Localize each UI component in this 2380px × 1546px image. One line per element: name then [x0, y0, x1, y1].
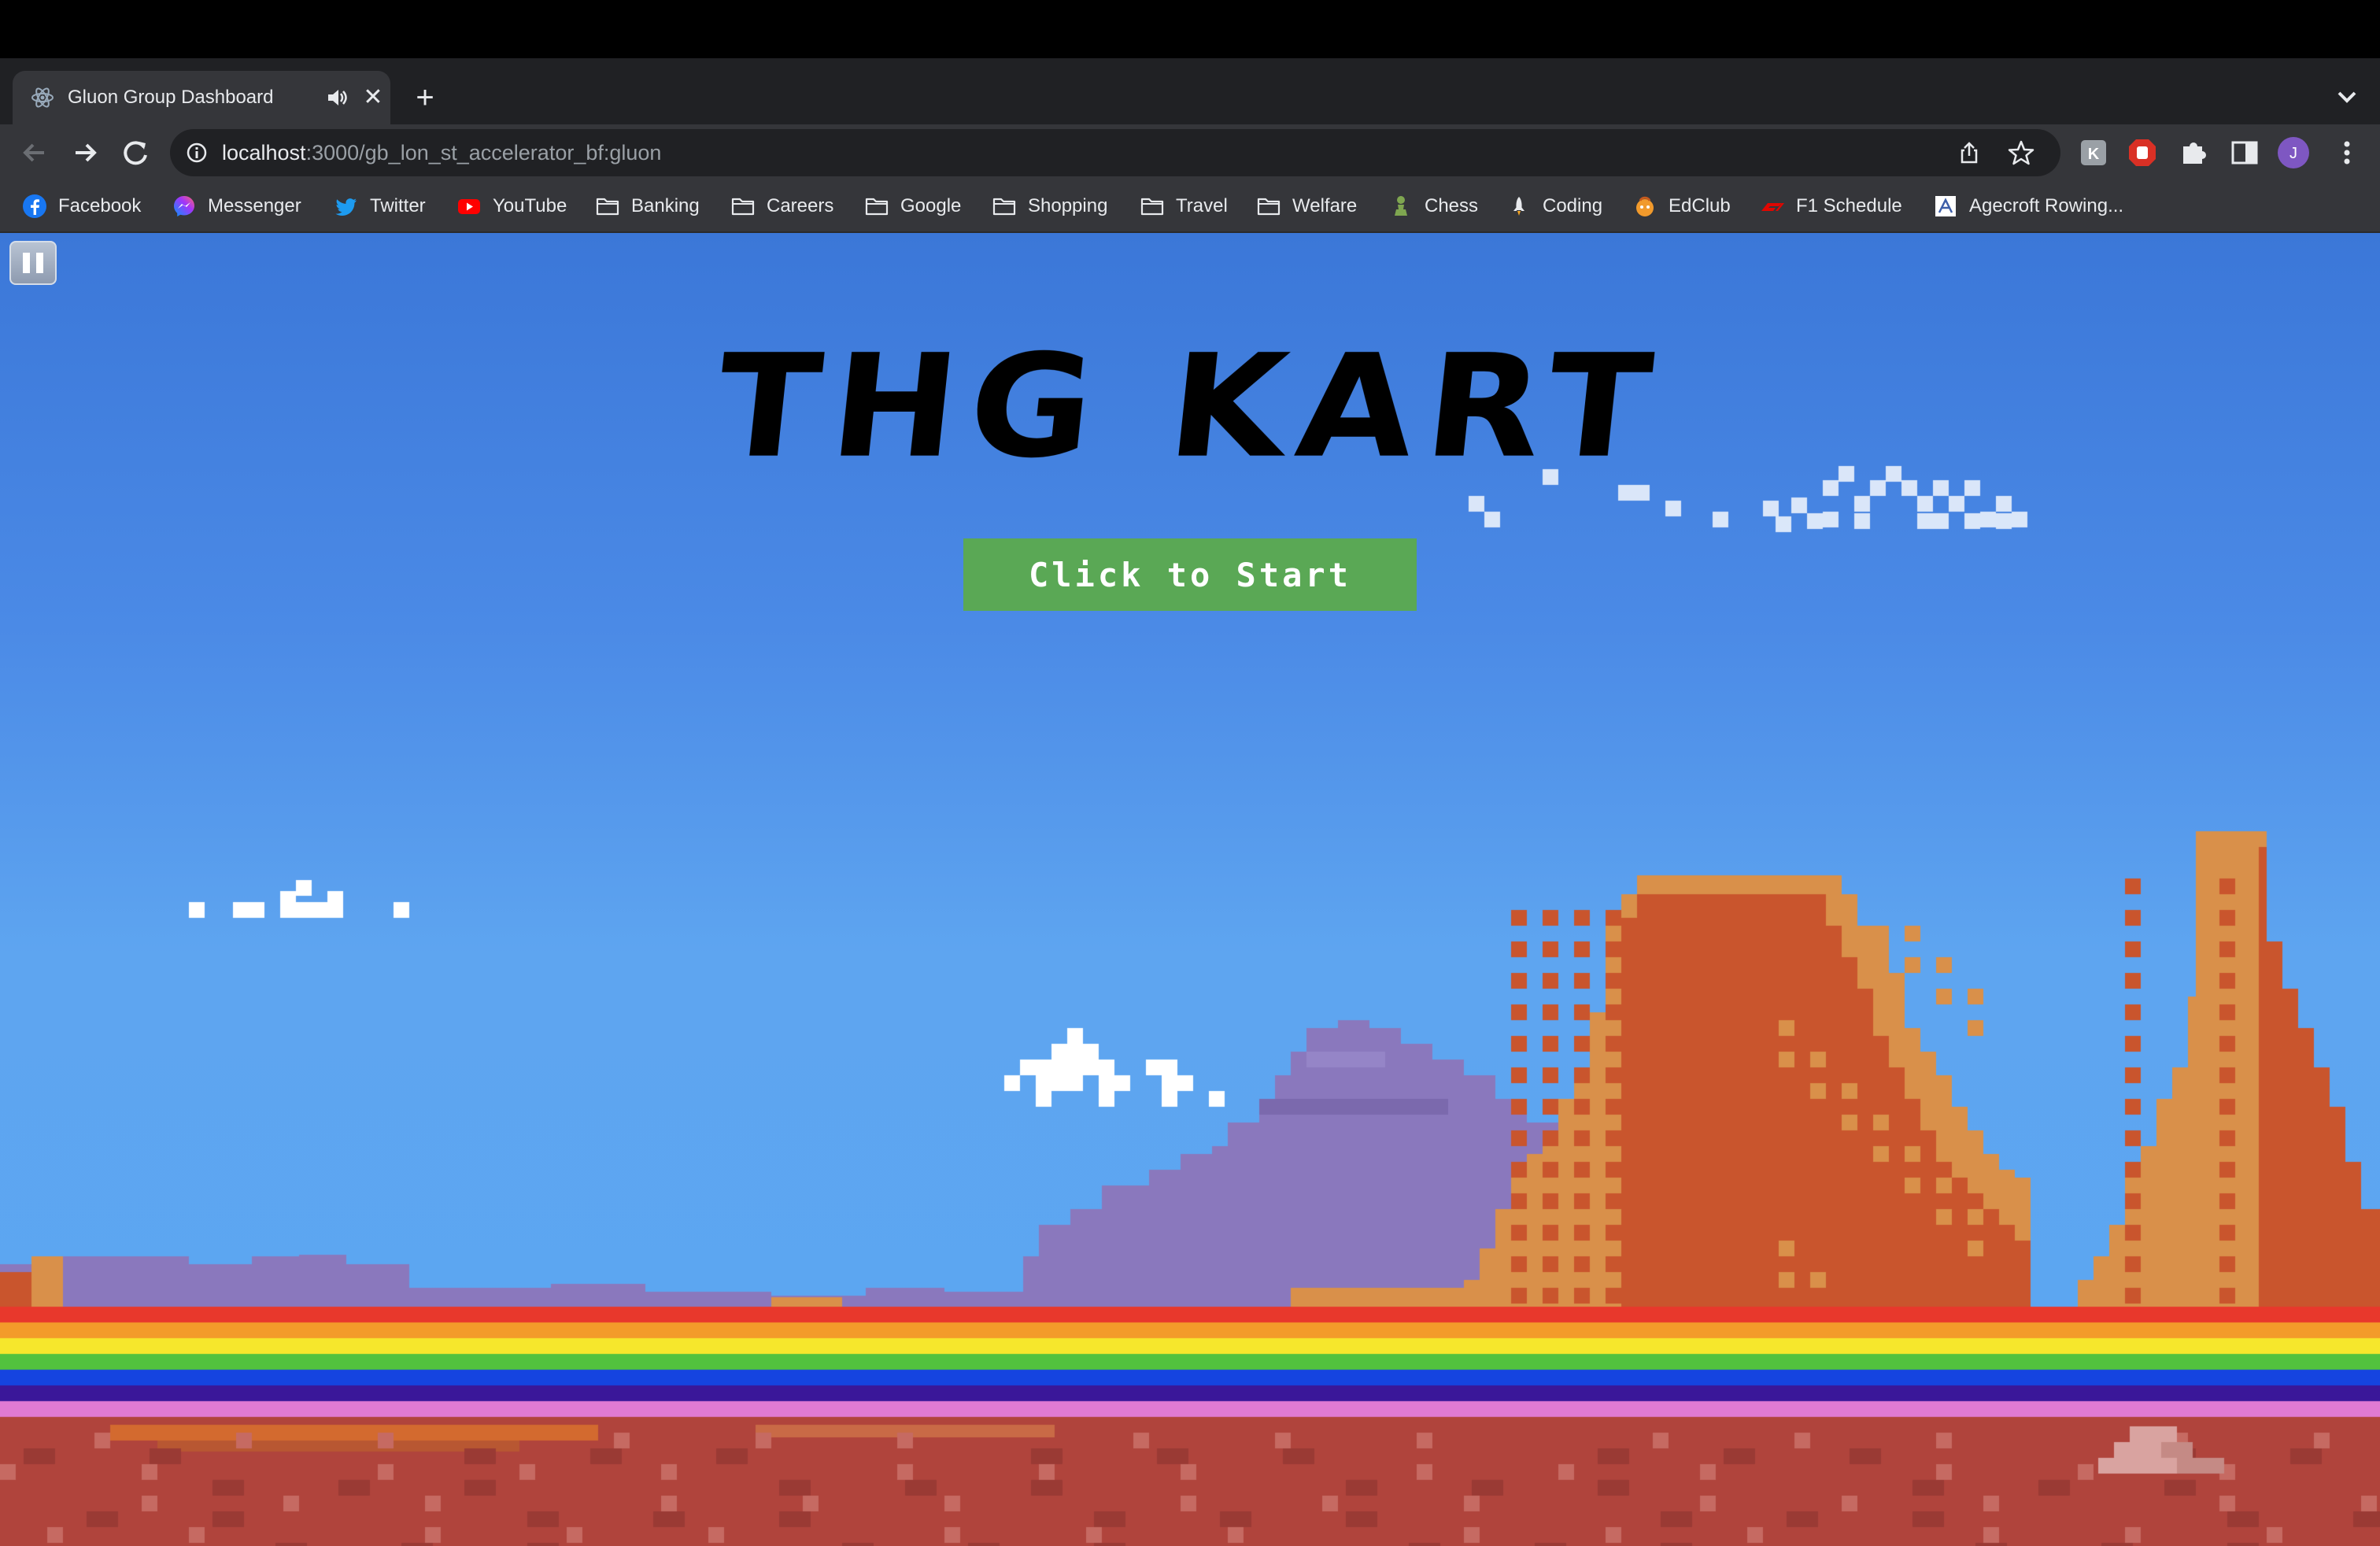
edclub-icon [1636, 196, 1654, 216]
arrow-left-icon[interactable] [16, 134, 54, 172]
bookmark-label: Welfare [1292, 195, 1358, 216]
pause-icon[interactable] [9, 241, 57, 285]
react-atom-icon [31, 87, 54, 108]
bookmark-label: YouTube [493, 195, 567, 216]
browser-toolbar: localhost:3000/gb_lon_st_accelerator_bf:… [0, 124, 2380, 181]
start-button[interactable]: Click to Start [963, 538, 1417, 611]
tab-gluon-group-dashboard[interactable]: Gluon Group Dashboard ✕ [13, 71, 390, 124]
bookmark-label: Twitter [370, 195, 426, 216]
tab-title: Gluon Group Dashboard [68, 87, 274, 108]
bookmark-folder-careers[interactable]: Careers [730, 181, 833, 231]
bookmark-folder-shopping[interactable]: Shopping [992, 181, 1107, 231]
bookmark-label: F1 Schedule [1796, 195, 1902, 216]
chess-pawn-icon [1395, 196, 1407, 216]
star-icon[interactable] [2007, 139, 2035, 167]
bookmark-label: Banking [631, 195, 700, 216]
facebook-icon [23, 194, 46, 218]
folder-icon [1257, 198, 1281, 216]
chevron-down-icon[interactable] [2328, 79, 2366, 117]
url-host: localhost [222, 141, 306, 165]
pause-bar [36, 253, 43, 273]
bookmark-coding[interactable]: Coding [1506, 181, 1602, 231]
share-icon[interactable] [1957, 140, 1982, 165]
bookmark-edclub[interactable]: EdClub [1632, 181, 1731, 231]
youtube-icon [458, 199, 480, 214]
bookmark-label: Coding [1543, 195, 1603, 216]
info-icon[interactable] [184, 140, 209, 165]
bookmark-messenger[interactable]: Messenger [172, 181, 301, 231]
bookmark-facebook[interactable]: Facebook [22, 181, 141, 231]
folder-icon [992, 198, 1016, 216]
svg-text:K: K [2088, 146, 2100, 163]
bookmark-label: Travel [1176, 195, 1228, 216]
bookmark-folder-travel[interactable]: Travel [1140, 181, 1228, 231]
avatar[interactable]: J [2276, 135, 2311, 170]
folder-icon [731, 198, 755, 216]
bookmark-folder-banking[interactable]: Banking [595, 181, 700, 231]
f1-icon [1761, 203, 1784, 211]
bookmark-folder-welfare[interactable]: Welfare [1256, 181, 1357, 231]
folder-icon [865, 198, 889, 216]
url-text: localhost:3000/gb_lon_st_accelerator_bf:… [222, 129, 661, 176]
bookmark-label: Messenger [208, 195, 301, 216]
avatar-initial: J [2289, 145, 2297, 162]
bookmark-f1-schedule[interactable]: F1 Schedule [1760, 181, 1902, 231]
side-panel-icon[interactable] [2227, 135, 2262, 170]
folder-icon [1140, 198, 1164, 216]
bookmark-youtube[interactable]: YouTube [456, 181, 567, 231]
bookmark-label: Shopping [1028, 195, 1108, 216]
url-path: :3000/gb_lon_st_accelerator_bf:gluon [305, 141, 662, 165]
pause-bar [23, 253, 30, 273]
rocket-icon [1513, 197, 1524, 216]
plus-icon[interactable]: + [406, 79, 444, 117]
arrow-right-icon[interactable] [66, 134, 104, 172]
bookmark-twitter[interactable]: Twitter [334, 181, 426, 231]
bookmark-label: Facebook [58, 195, 142, 216]
twitter-icon [335, 198, 357, 216]
bookmark-agecroft-rowing[interactable]: Agecroft Rowing... [1933, 181, 2123, 231]
agecroft-icon [1935, 196, 1956, 216]
bookmark-label: Careers [767, 195, 834, 216]
bookmark-label: Chess [1425, 195, 1479, 216]
os-menu-bar [0, 0, 2380, 58]
game-viewport[interactable]: THG KART Click to Start [0, 233, 2380, 1546]
bookmark-label: EdClub [1669, 195, 1731, 216]
kebab-menu-icon[interactable] [2330, 135, 2364, 170]
reload-icon[interactable] [116, 134, 154, 172]
bookmark-folder-google[interactable]: Google [864, 181, 961, 231]
bookmark-label: Agecroft Rowing... [1969, 195, 2124, 216]
bookmark-chess[interactable]: Chess [1388, 181, 1478, 231]
address-bar[interactable]: localhost:3000/gb_lon_st_accelerator_bf:… [170, 129, 2060, 176]
close-icon[interactable]: ✕ [359, 83, 387, 112]
extension-k-icon[interactable]: K [2076, 135, 2111, 170]
speaker-icon[interactable] [324, 85, 349, 110]
folder-icon [596, 198, 619, 216]
puzzle-icon[interactable] [2177, 135, 2212, 170]
messenger-icon [174, 196, 194, 216]
bookmark-label: Google [900, 195, 962, 216]
extension-block-icon[interactable] [2125, 135, 2160, 170]
bookmarks-bar: Facebook Messenger Twitter YouTube Banki… [0, 181, 2380, 233]
game-title: THG KART [708, 324, 1672, 490]
browser-tab-strip: Gluon Group Dashboard ✕ + [0, 58, 2380, 124]
